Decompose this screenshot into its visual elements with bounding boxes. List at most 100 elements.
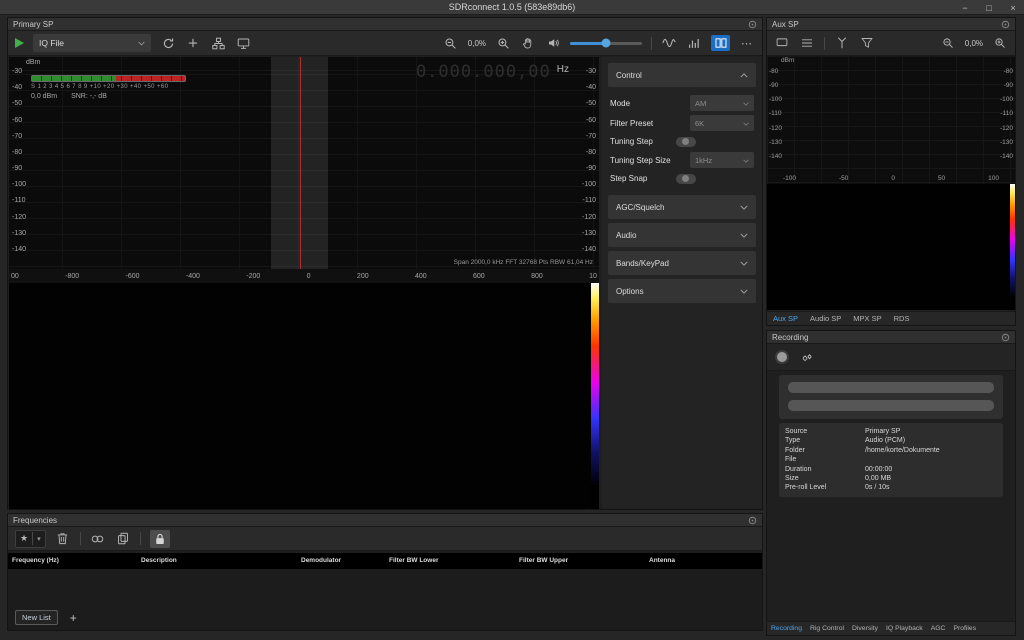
mode-select[interactable]: AM [690, 95, 754, 111]
favorites-split-button[interactable]: ★ ▾ [15, 530, 46, 548]
recording-tab[interactable]: Rig Control [810, 625, 844, 632]
aux-zoom-in-button[interactable] [992, 34, 1008, 52]
aux-tab[interactable]: RDS [894, 314, 910, 323]
aux-tab[interactable]: Audio SP [810, 314, 841, 323]
close-button[interactable]: × [1006, 0, 1020, 15]
primary-waterfall-display[interactable] [9, 283, 599, 509]
aux-tab[interactable]: Aux SP [773, 314, 798, 323]
new-list-button[interactable]: New List [15, 610, 58, 625]
axis-tick: -800 [65, 273, 79, 280]
panel-detach-icon[interactable] [1001, 20, 1010, 29]
combined-view-button[interactable] [711, 35, 730, 51]
panel-detach-icon[interactable] [748, 20, 757, 29]
axis-tick: -130 [12, 230, 26, 238]
aux-display-button[interactable] [774, 34, 790, 52]
copy-icon [117, 532, 129, 545]
step-snap-toggle[interactable] [676, 174, 696, 184]
section-control[interactable]: Control [608, 63, 756, 87]
volume-button[interactable] [545, 34, 561, 52]
tuning-step-toggle[interactable] [676, 137, 696, 147]
volume-slider-knob[interactable] [602, 39, 611, 48]
delete-button[interactable] [55, 530, 71, 548]
signal-level: 0,0 dBm [31, 93, 57, 100]
duplicate-button[interactable] [115, 530, 131, 548]
aux-sp-header: Aux SP [767, 18, 1015, 31]
vu-meter-box [779, 375, 1003, 419]
axis-tick: -110 [12, 197, 26, 205]
sitemap-icon [212, 37, 225, 50]
recording-tab[interactable]: IQ Playback [886, 625, 923, 632]
separator [140, 532, 141, 545]
recording-tab[interactable]: AGC [931, 625, 946, 632]
frequency-readout[interactable]: 0.000.000,00 [416, 62, 551, 82]
volume-slider[interactable] [570, 42, 642, 45]
pan-button[interactable] [520, 34, 536, 52]
gears-icon [801, 352, 814, 363]
record-button[interactable] [775, 350, 789, 364]
source-select-value: IQ File [39, 38, 64, 48]
axis-tick: -120 [12, 214, 26, 222]
frequencies-table-body[interactable] [8, 569, 762, 630]
spectrum-view-button[interactable] [686, 34, 702, 52]
aux-tab[interactable]: MPX SP [853, 314, 881, 323]
aux-zoom-level: 0,0% [965, 39, 983, 48]
primary-spectrum-display[interactable]: dBm -30-40-50-60-70-80-90-100-110-120-13… [9, 57, 599, 269]
section-agc-squelch[interactable]: AGC/Squelch [608, 195, 756, 219]
control-rows: Mode AM Filter Preset 6K Tuning Step Tun… [610, 93, 754, 187]
axis-tick: 00 [11, 273, 19, 280]
filter-preset-select[interactable]: 6K [690, 115, 754, 131]
panel-title: Aux SP [772, 20, 799, 29]
window-title: SDRconnect 1.0.5 (583e89db6) [449, 2, 576, 12]
minimize-button[interactable]: − [958, 0, 972, 15]
link-icon [91, 534, 104, 544]
antenna-icon [836, 37, 848, 49]
tuning-line[interactable] [300, 57, 301, 269]
source-select[interactable]: IQ File [33, 34, 151, 52]
aux-list-button[interactable] [799, 34, 815, 52]
aux-spectrum-display[interactable]: dBm -80-90-100-110-120-130-140 -80-90-10… [767, 56, 1015, 184]
network-map-button[interactable] [210, 34, 226, 52]
add-button[interactable] [185, 34, 201, 52]
tuning-step-size-select[interactable]: 1kHz [690, 152, 754, 168]
axis-tick: -120 [1000, 125, 1013, 132]
refresh-button[interactable] [160, 34, 176, 52]
recording-tab[interactable]: Recording [771, 625, 802, 632]
recording-tab[interactable]: Diversity [852, 625, 878, 632]
axis-tick: -90 [12, 165, 26, 173]
column-header: Filter BW Lower [389, 553, 438, 569]
section-audio[interactable]: Audio [608, 223, 756, 247]
play-button[interactable] [15, 38, 24, 48]
s-meter-readings: 0,0 dBm SNR: -,- dB [31, 93, 194, 100]
add-list-button[interactable]: + [70, 611, 77, 625]
section-bands-keypad[interactable]: Bands/KeyPad [608, 251, 756, 275]
plus-icon [187, 37, 199, 49]
section-options[interactable]: Options [608, 279, 756, 303]
aux-waterfall-display[interactable] [767, 184, 1015, 310]
aux-filter-button[interactable] [859, 34, 875, 52]
aux-zoom-out-button[interactable] [940, 34, 956, 52]
maximize-button[interactable]: □ [982, 0, 996, 15]
recording-field-row: File [785, 455, 997, 464]
link-button[interactable] [90, 530, 106, 548]
recording-settings-button[interactable] [799, 348, 815, 366]
waterfall-color-scale [1010, 184, 1015, 310]
panel-detach-icon[interactable] [748, 516, 757, 525]
axis-tick: -120 [582, 214, 596, 222]
axis-tick: -30 [12, 68, 26, 76]
aux-toolbar-right: 0,0% [940, 34, 1008, 52]
zoom-in-button[interactable] [495, 34, 511, 52]
primary-toolbar: IQ File 0,0% [8, 31, 762, 56]
recording-field-row: Source Primary SP [785, 427, 997, 436]
panel-detach-icon[interactable] [1001, 333, 1010, 342]
section-label: Control [616, 71, 642, 80]
waveform-view-button[interactable] [661, 34, 677, 52]
recording-tab[interactable]: Profiles [953, 625, 976, 632]
lock-button[interactable] [150, 530, 170, 548]
axis-tick: -130 [769, 139, 782, 146]
chevron-down-icon [740, 231, 748, 240]
more-menu-button[interactable]: ⋯ [739, 34, 755, 52]
display-button[interactable] [235, 34, 251, 52]
zoom-out-button[interactable] [443, 34, 459, 52]
aux-antenna-button[interactable] [834, 34, 850, 52]
aux-y-axis-right: -80-90-100-110-120-130-140 [1000, 68, 1013, 160]
